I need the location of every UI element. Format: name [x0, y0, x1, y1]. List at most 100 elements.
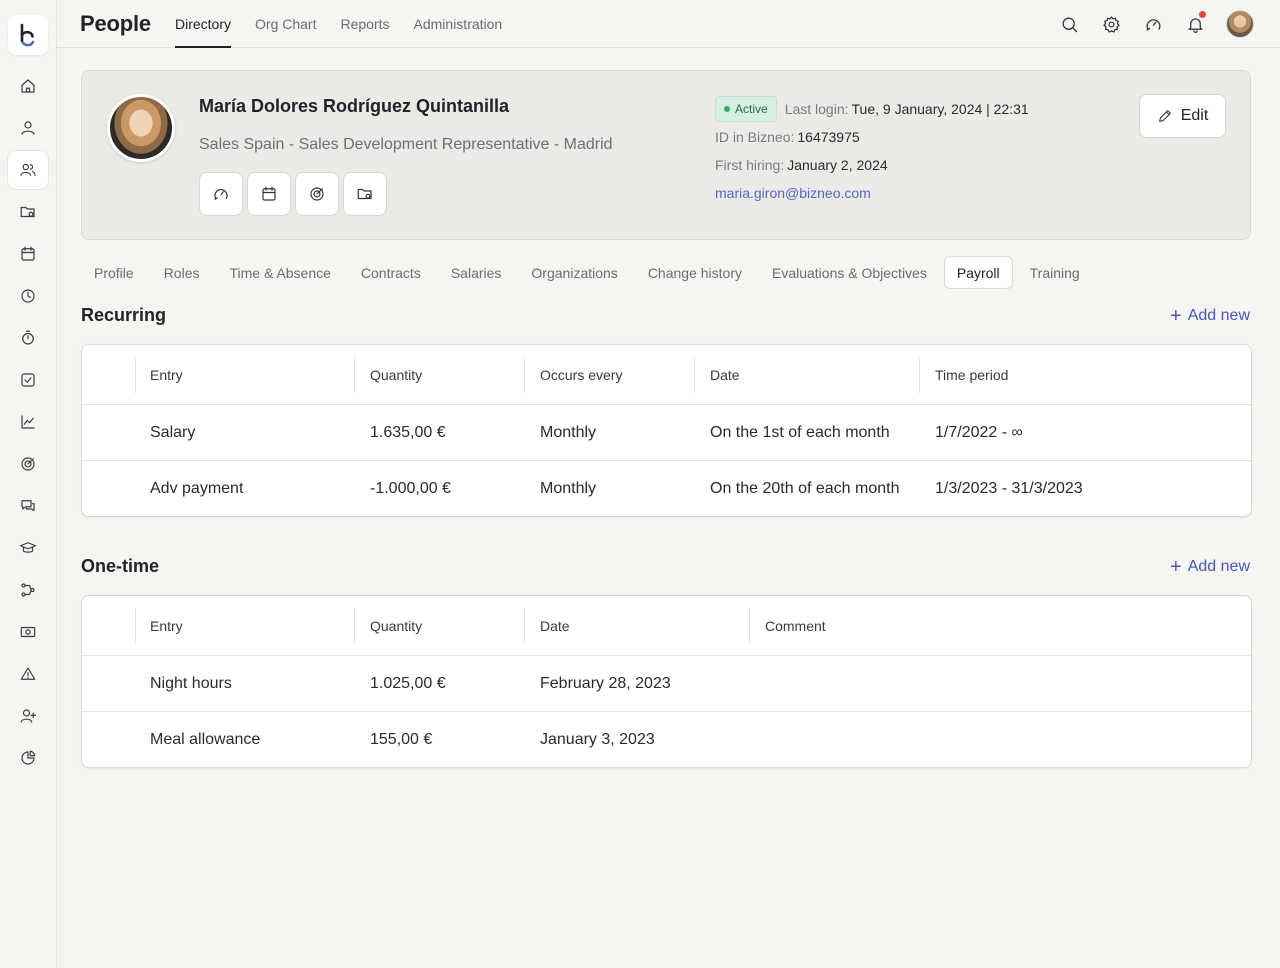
alert-icon — [20, 667, 36, 680]
check-square-icon — [21, 373, 35, 387]
cell-entry: Meal allowance — [150, 731, 261, 748]
recurring-title: Recurring — [81, 305, 167, 325]
tab-profile[interactable]: Profile — [81, 256, 147, 289]
sidebar-item-people[interactable] — [8, 151, 48, 189]
timer-icon — [22, 330, 34, 345]
last-login-label: Last login: — [784, 101, 849, 117]
sidebar-item-documents[interactable] — [8, 193, 48, 231]
cell-entry: Night hours — [150, 675, 232, 692]
tab-time-absence[interactable]: Time & Absence — [216, 256, 343, 289]
search-button[interactable] — [1058, 10, 1080, 38]
user-avatar[interactable] — [1226, 10, 1254, 38]
table-row[interactable]: Salary 1.635,00 € Monthly On the 1st of … — [82, 405, 1251, 461]
sidebar-item-timer[interactable] — [8, 319, 48, 357]
table-row[interactable]: Night hours 1.025,00 € February 28, 2023 — [82, 656, 1251, 712]
edit-label: Edit — [1180, 107, 1209, 124]
notifications-button[interactable] — [1184, 10, 1206, 38]
column-header-comment: Comment — [765, 618, 826, 634]
sidebar-item-analytics[interactable] — [8, 403, 48, 441]
users-icon — [20, 163, 36, 176]
sidebar-item-reports[interactable] — [8, 739, 48, 777]
recurring-table-header: Entry Quantity Occurs every Date Time pe… — [82, 345, 1251, 405]
sidebar-item-home[interactable] — [8, 67, 48, 105]
pie-chart-icon — [21, 750, 36, 765]
cell-date: On the 1st of each month — [710, 424, 890, 441]
column-header-occurs-every: Occurs every — [540, 367, 623, 383]
calendar-button[interactable] — [247, 172, 291, 216]
cell-occurs-every: Monthly — [540, 424, 597, 441]
sidebar-item-profile[interactable] — [8, 109, 48, 147]
folder-icon — [20, 206, 35, 218]
user-plus-icon — [20, 709, 37, 723]
speedometer-icon — [1146, 18, 1160, 31]
tab-evaluations-objectives[interactable]: Evaluations & Objectives — [759, 256, 940, 289]
sidebar-item-training[interactable] — [8, 529, 48, 567]
cell-quantity: 1.635,00 € — [370, 424, 446, 441]
top-nav: Directory Org Chart Reports Administrati… — [175, 0, 502, 48]
speedometer-icon — [214, 189, 228, 200]
performance-button[interactable] — [199, 172, 243, 216]
target-icon — [310, 187, 324, 201]
column-header-quantity: Quantity — [370, 618, 423, 634]
nav-org-chart[interactable]: Org Chart — [255, 0, 316, 48]
sidebar-item-workflows[interactable] — [8, 571, 48, 609]
edit-button[interactable]: Edit — [1139, 94, 1226, 138]
cell-quantity: 1.025,00 € — [370, 675, 446, 692]
table-row[interactable]: Meal allowance 155,00 € January 3, 2023 — [82, 712, 1251, 767]
objectives-button[interactable] — [295, 172, 339, 216]
cell-entry: Adv payment — [150, 480, 244, 497]
plus-icon: + — [1170, 305, 1182, 327]
employee-email-link[interactable]: maria.giron@bizneo.com — [715, 185, 871, 201]
employee-id-value: 16473975 — [797, 129, 860, 145]
tab-training[interactable]: Training — [1017, 256, 1093, 289]
sidebar-item-calendar[interactable] — [8, 235, 48, 273]
sidebar-item-tasks[interactable] — [8, 361, 48, 399]
chat-icon — [21, 500, 35, 512]
cell-time-period: 1/7/2022 - ∞ — [935, 424, 1023, 441]
recurring-add-new-button[interactable]: + Add new — [1170, 305, 1250, 327]
sidebar-item-objectives[interactable] — [8, 445, 48, 483]
employee-avatar — [107, 94, 175, 162]
bizneo-logo[interactable] — [8, 15, 48, 55]
employee-role: Sales Spain - Sales Development Represen… — [199, 136, 613, 153]
settings-button[interactable] — [1100, 10, 1122, 38]
nav-directory[interactable]: Directory — [175, 0, 232, 48]
recurring-table: Entry Quantity Occurs every Date Time pe… — [81, 344, 1252, 517]
feedback-button[interactable] — [1142, 10, 1164, 38]
sidebar-item-alerts[interactable] — [8, 655, 48, 693]
target-icon — [21, 457, 35, 471]
top-bar: People Directory Org Chart Reports Admin… — [57, 0, 1280, 48]
sidebar-item-recruitment[interactable] — [8, 697, 48, 735]
cell-occurs-every: Monthly — [540, 480, 597, 497]
status-badge: Active — [715, 96, 777, 122]
documents-button[interactable] — [343, 172, 387, 216]
calendar-icon — [262, 186, 276, 201]
tab-contracts[interactable]: Contracts — [348, 256, 434, 289]
cell-time-period: 1/3/2023 - 31/3/2023 — [935, 480, 1083, 497]
tab-roles[interactable]: Roles — [151, 256, 213, 289]
cell-date: On the 20th of each month — [710, 480, 900, 497]
workflow-icon — [21, 583, 35, 597]
sidebar-item-payroll[interactable] — [8, 613, 48, 651]
column-header-date: Date — [540, 618, 570, 634]
calendar-icon — [21, 246, 35, 261]
sidebar-item-time[interactable] — [8, 277, 48, 315]
column-header-quantity: Quantity — [370, 367, 423, 383]
status-dot — [724, 106, 730, 112]
top-actions — [1058, 10, 1254, 38]
nav-administration[interactable]: Administration — [414, 0, 503, 48]
first-hiring-value: January 2, 2024 — [787, 157, 888, 173]
tab-change-history[interactable]: Change history — [635, 256, 755, 289]
tab-organizations[interactable]: Organizations — [518, 256, 630, 289]
onetime-add-new-button[interactable]: + Add new — [1170, 557, 1250, 577]
profile-card: María Dolores Rodríguez Quintanilla Sale… — [81, 70, 1251, 240]
table-row[interactable]: Adv payment -1.000,00 € Monthly On the 2… — [82, 461, 1251, 516]
tab-salaries[interactable]: Salaries — [438, 256, 515, 289]
nav-reports[interactable]: Reports — [340, 0, 389, 48]
tab-payroll[interactable]: Payroll — [943, 256, 1013, 289]
cell-quantity: 155,00 € — [370, 731, 433, 748]
user-icon — [21, 121, 35, 135]
cell-comment — [750, 656, 765, 712]
app-title: People — [80, 11, 151, 36]
sidebar-item-feedback[interactable] — [8, 487, 48, 525]
